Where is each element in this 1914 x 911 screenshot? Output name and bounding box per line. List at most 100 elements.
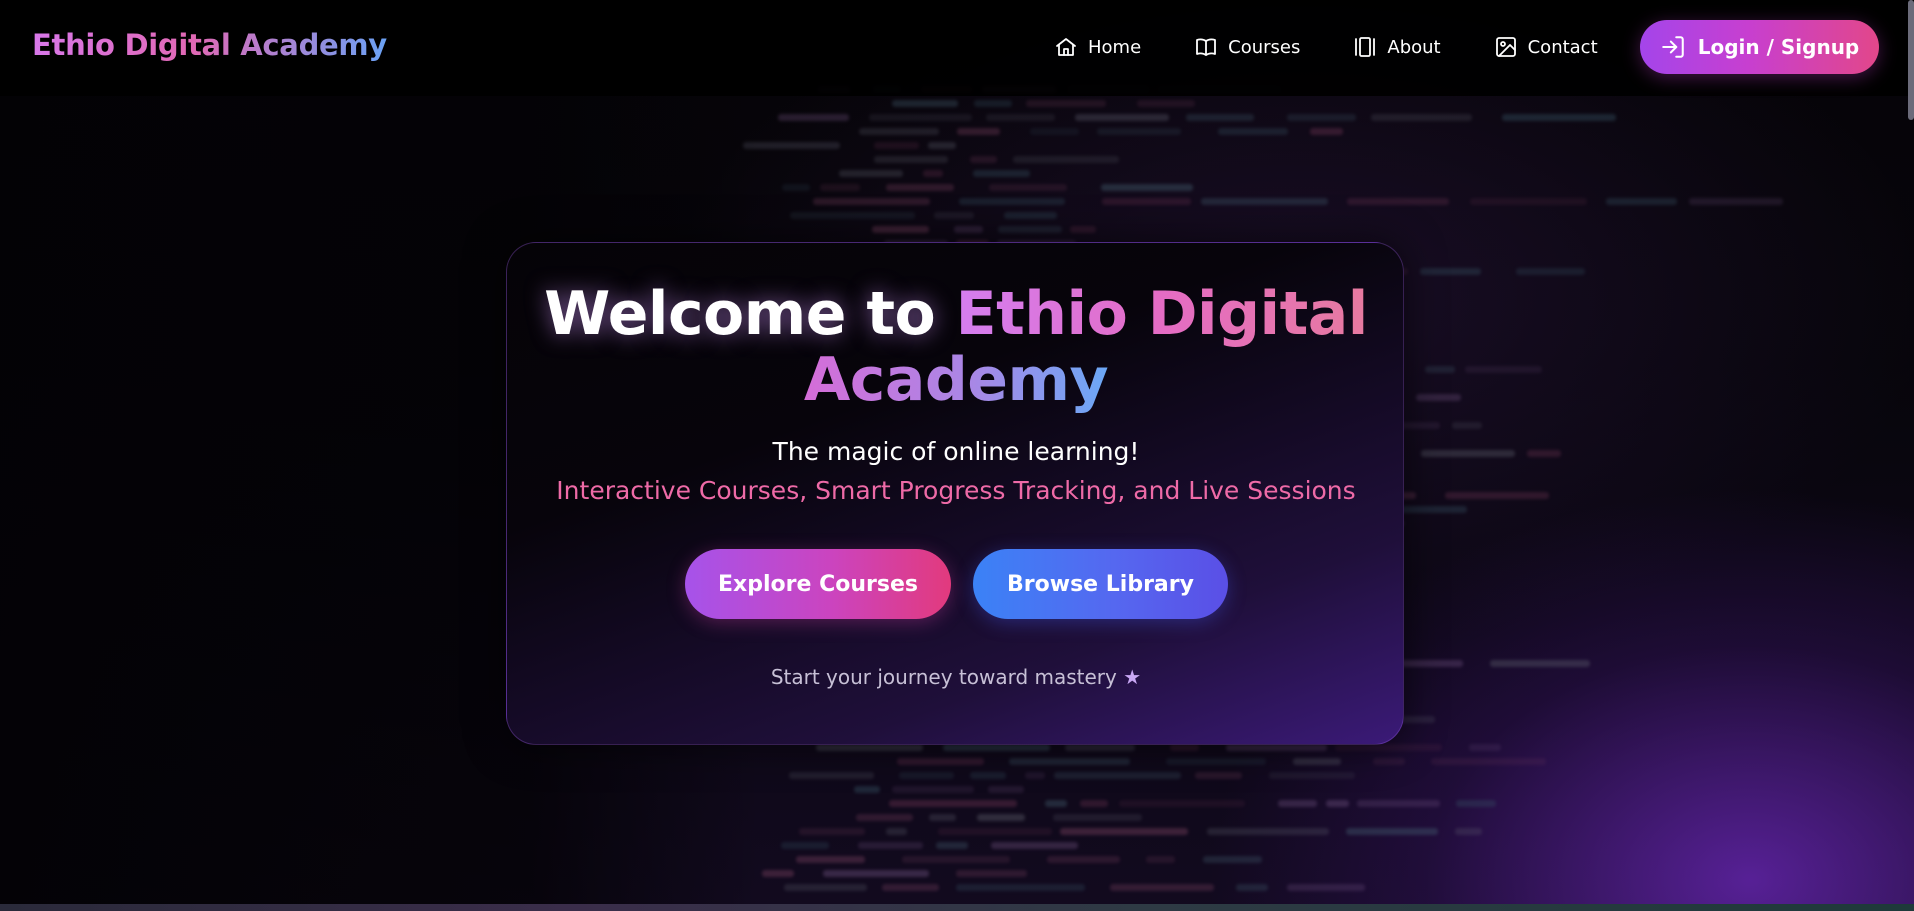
code-streak — [1425, 366, 1455, 373]
code-streak — [956, 870, 1027, 877]
code-streak — [1416, 394, 1461, 401]
code-streak — [790, 212, 915, 219]
hero-title-accent-1: Ethio Digital — [955, 279, 1369, 349]
star-icon: ★ — [1123, 665, 1142, 689]
code-streak — [1045, 800, 1067, 807]
code-streak — [1420, 268, 1481, 275]
main-nav: Home Courses About Contact — [1054, 32, 1598, 62]
code-streak — [1335, 744, 1442, 751]
code-streak — [816, 744, 923, 751]
code-streak — [872, 226, 929, 233]
code-streak — [1293, 758, 1341, 765]
panel-icon — [1355, 37, 1376, 57]
code-streak — [856, 814, 913, 821]
code-streak — [1278, 800, 1317, 807]
code-streak — [1445, 492, 1549, 499]
code-streak — [858, 842, 923, 849]
code-streak — [889, 800, 1017, 807]
hero-title-prefix: Welcome to — [544, 279, 956, 349]
code-streak — [1236, 884, 1268, 891]
code-streak — [1502, 114, 1616, 121]
code-streak — [1070, 226, 1096, 233]
code-streak — [874, 156, 948, 163]
nav-item-contact[interactable]: Contact — [1494, 35, 1598, 59]
code-streak — [820, 184, 860, 191]
browse-library-button[interactable]: Browse Library — [973, 549, 1228, 619]
code-streak — [1606, 198, 1677, 205]
image-icon — [1495, 37, 1516, 57]
code-streak — [1195, 772, 1242, 779]
nav-label-contact: Contact — [1527, 36, 1598, 58]
code-streak — [938, 828, 1052, 835]
code-streak — [1004, 212, 1057, 219]
nav-label-about: About — [1387, 36, 1441, 58]
nav-item-home[interactable]: Home — [1054, 35, 1141, 59]
code-streak — [892, 786, 974, 793]
hero-subtitle: The magic of online learning! — [772, 437, 1140, 466]
page-scrollbar[interactable] — [1908, 0, 1914, 120]
code-streak — [854, 786, 880, 793]
code-streak — [929, 814, 956, 821]
code-streak — [970, 772, 1006, 779]
code-streak — [781, 842, 829, 849]
nav-item-about[interactable]: About — [1353, 35, 1441, 59]
code-streak — [1287, 884, 1365, 891]
code-streak — [813, 198, 930, 205]
code-streak — [1456, 800, 1496, 807]
code-streak — [839, 170, 903, 177]
nav-label-courses: Courses — [1228, 36, 1301, 58]
book-icon — [1196, 38, 1217, 56]
explore-courses-button[interactable]: Explore Courses — [685, 549, 951, 619]
code-streak — [1469, 744, 1501, 751]
code-streak — [936, 842, 968, 849]
code-streak — [1490, 660, 1590, 667]
code-streak — [1053, 814, 1142, 821]
code-streak — [956, 884, 1085, 891]
code-streak — [1047, 856, 1120, 863]
code-streak — [1119, 800, 1245, 807]
code-streak — [1396, 506, 1467, 513]
code-streak — [1166, 758, 1266, 765]
code-streak — [1013, 156, 1119, 163]
code-streak — [1207, 828, 1329, 835]
code-streak — [1170, 744, 1199, 751]
code-streak — [991, 842, 1078, 849]
hero-card: Welcome to Ethio Digital Academy The mag… — [506, 242, 1404, 745]
code-streak — [796, 856, 865, 863]
explore-courses-label: Explore Courses — [718, 571, 918, 597]
code-streak — [959, 198, 1065, 205]
code-streak — [1065, 744, 1135, 751]
code-streak — [957, 128, 1000, 135]
code-streak — [799, 828, 865, 835]
code-streak — [1516, 268, 1585, 275]
code-streak — [789, 772, 874, 779]
code-streak — [923, 170, 943, 177]
code-streak — [784, 884, 867, 891]
code-streak — [1421, 450, 1515, 457]
code-streak — [977, 814, 1025, 821]
code-streak — [986, 114, 1055, 121]
nav-item-courses[interactable]: Courses — [1194, 35, 1300, 59]
code-streak — [1226, 744, 1327, 751]
code-streak — [886, 828, 907, 835]
page: Ethio Digital Academy Home Courses About… — [0, 0, 1914, 911]
code-streak — [1346, 828, 1438, 835]
code-streak — [1110, 884, 1214, 891]
site-logo[interactable]: Ethio Digital Academy — [32, 28, 387, 62]
code-streak — [1527, 450, 1561, 457]
code-streak — [897, 758, 984, 765]
code-streak — [1146, 856, 1175, 863]
code-streak — [989, 184, 1067, 191]
login-signup-button[interactable]: Login / Signup — [1640, 20, 1879, 74]
code-streak — [1137, 100, 1195, 107]
code-streak — [1347, 198, 1449, 205]
code-streak — [886, 184, 954, 191]
code-streak — [1465, 366, 1542, 373]
code-streak — [954, 226, 983, 233]
code-streak — [869, 114, 972, 121]
code-streak — [899, 772, 954, 779]
code-streak — [1269, 772, 1355, 779]
code-streak — [1431, 758, 1546, 765]
code-streak — [1310, 128, 1343, 135]
code-streak — [1201, 198, 1328, 205]
